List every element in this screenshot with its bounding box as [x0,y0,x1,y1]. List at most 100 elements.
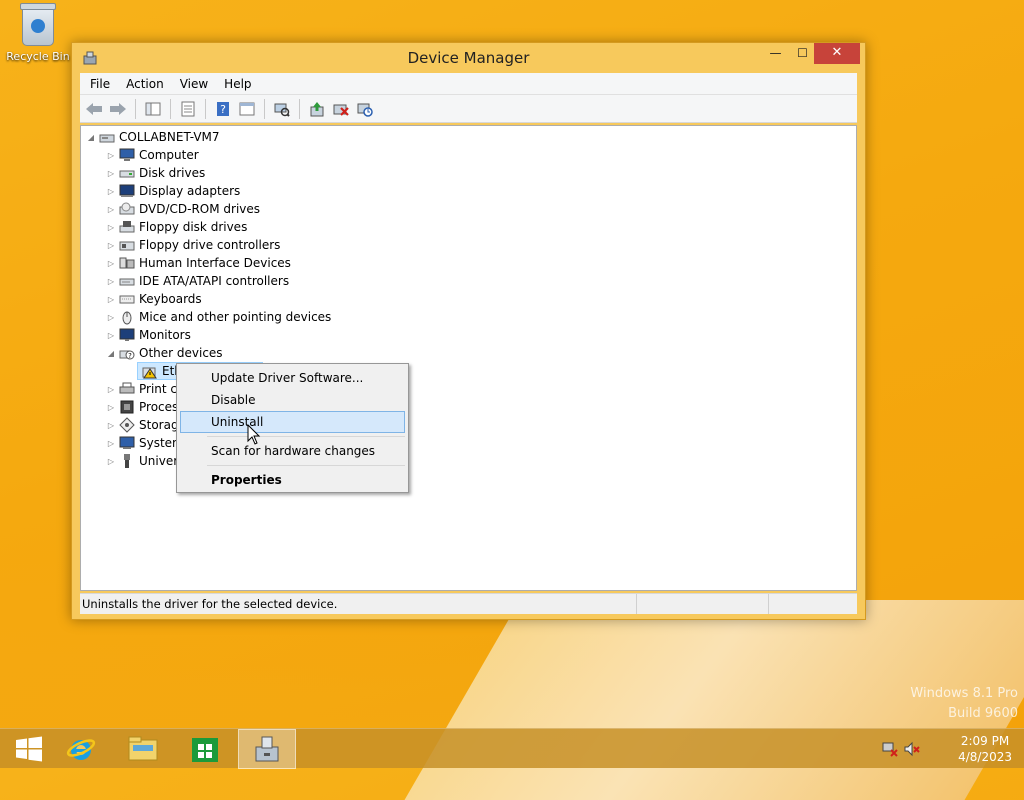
tree-node-other-devices[interactable]: ◢ ? Other devices [105,344,223,362]
back-icon[interactable] [84,99,104,119]
tree-node-print-queues[interactable]: ▷ Print c [105,380,177,398]
computer-icon [119,148,135,161]
expand-arrow-icon[interactable]: ▷ [105,421,117,430]
expand-arrow-icon[interactable]: ▷ [105,223,117,232]
forward-icon[interactable] [108,99,128,119]
tree-node-computer[interactable]: ▷ Computer [105,146,199,164]
watermark-build: Build 9600 [948,706,1018,721]
windows-watermark: Windows 8.1 Pro Build 9600 [910,684,1018,724]
display-adapter-icon [119,184,135,197]
floppy-drive-icon [119,221,135,233]
expand-arrow-icon[interactable]: ▷ [105,187,117,196]
storage-icon [119,417,135,433]
tree-node-ide-controllers[interactable]: ▷ IDE ATA/ATAPI controllers [105,272,289,290]
status-text: Uninstalls the driver for the selected d… [82,597,338,611]
expand-arrow-icon[interactable]: ▷ [105,313,117,322]
toolbar-separator [170,98,171,119]
hid-icon [119,257,135,269]
show-hide-console-tree-icon[interactable] [143,99,163,119]
tree-node-human-interface-devices[interactable]: ▷ Human Interface Devices [105,254,291,272]
disable-icon[interactable] [355,99,375,119]
menu-help[interactable]: Help [216,77,259,91]
tree-node-label: Mice and other pointing devices [139,310,332,324]
expand-arrow-icon[interactable]: ▷ [105,169,117,178]
collapse-arrow-icon[interactable]: ◢ [85,133,97,142]
action-pane-icon[interactable] [237,99,257,119]
mouse-cursor-icon [247,424,261,445]
expand-arrow-icon[interactable]: ▷ [105,439,117,448]
tree-node-system-devices[interactable]: ▷ System [105,434,184,452]
tree-node-label: Human Interface Devices [139,256,291,270]
maximize-button[interactable]: ☐ [789,43,816,64]
tree-node-processors[interactable]: ▷ Proces [105,398,178,416]
expand-arrow-icon[interactable]: ▷ [105,331,117,340]
start-icon [16,736,42,762]
processor-icon [120,400,134,414]
expand-arrow-icon[interactable]: ▷ [105,259,117,268]
device-tree[interactable]: ◢ COLLABNET-VM7 ▷ Computer ▷ Disk drives… [80,125,857,591]
menu-item-disable[interactable]: Disable [180,389,405,411]
recycle-bin-shortcut[interactable]: Recycle Bin [6,3,70,63]
store-button[interactable] [176,729,234,769]
device-manager-taskbar-button[interactable] [238,729,296,769]
help-icon[interactable]: ? [213,99,233,119]
monitor-icon [119,328,135,341]
network-error-icon[interactable] [882,741,898,757]
tree-node-floppy-disk-drives[interactable]: ▷ Floppy disk drives [105,218,247,236]
device-manager-window: Device Manager — ☐ ✕ File Action View He… [71,42,866,620]
menu-action[interactable]: Action [118,77,172,91]
tree-node-monitors[interactable]: ▷ Monitors [105,326,191,344]
clock-date: 4/8/2023 [958,750,1012,764]
computer-icon [99,134,115,143]
tree-root[interactable]: ◢ COLLABNET-VM7 [85,128,220,146]
expand-arrow-icon[interactable]: ▷ [105,295,117,304]
minimize-button[interactable]: — [762,43,789,64]
warning-device-icon [142,367,157,379]
tree-node-usb-controllers[interactable]: ▷ Univer [105,452,178,470]
disk-drive-icon [119,170,135,178]
tree-node-label: DVD/CD-ROM drives [139,202,261,216]
internet-explorer-button[interactable] [52,729,110,769]
taskbar: 2:09 PM 4/8/2023 [0,728,1024,769]
window-title: Device Manager [407,49,530,67]
tree-node-label: Floppy drive controllers [139,238,281,252]
system-tray: 2:09 PM 4/8/2023 [882,729,1024,769]
update-driver-icon[interactable] [307,99,327,119]
expand-arrow-icon[interactable]: ▷ [105,241,117,250]
expand-arrow-icon[interactable]: ▷ [105,205,117,214]
clock[interactable]: 2:09 PM 4/8/2023 [958,733,1012,765]
tree-node-label: Keyboards [139,292,202,306]
collapse-arrow-icon[interactable]: ◢ [105,349,117,358]
tree-node-mice[interactable]: ▷ Mice and other pointing devices [105,308,331,326]
tree-node-dvd-drives[interactable]: ▷ DVD/CD-ROM drives [105,200,260,218]
menu-item-update-driver[interactable]: Update Driver Software... [180,367,405,389]
file-explorer-button[interactable] [114,729,172,769]
tree-node-keyboards[interactable]: ▷ Keyboards [105,290,202,308]
file-explorer-icon [128,736,158,761]
menu-file[interactable]: File [82,77,118,91]
close-button[interactable]: ✕ [814,43,860,64]
uninstall-icon[interactable] [331,99,351,119]
start-button[interactable] [0,729,58,769]
tree-node-storage-controllers[interactable]: ▷ Storag [105,416,179,434]
title-bar[interactable]: Device Manager — ☐ ✕ [72,43,865,73]
expand-arrow-icon[interactable]: ▷ [105,385,117,394]
menu-item-scan-hardware[interactable]: Scan for hardware changes [180,440,405,462]
volume-muted-icon[interactable] [904,741,920,757]
toolbar-separator [264,98,265,119]
toolbar-separator [135,98,136,119]
properties-icon[interactable] [178,99,198,119]
tree-node-label: Disk drives [139,166,206,180]
expand-arrow-icon[interactable]: ▷ [105,457,117,466]
internet-explorer-icon [66,739,96,760]
expand-arrow-icon[interactable]: ▷ [105,277,117,286]
menu-item-properties[interactable]: Properties [180,469,405,491]
menu-item-uninstall[interactable]: Uninstall [180,411,405,433]
scan-hardware-icon[interactable] [272,99,292,119]
tree-node-display-adapters[interactable]: ▷ Display adapters [105,182,240,200]
menu-view[interactable]: View [172,77,216,91]
expand-arrow-icon[interactable]: ▷ [105,151,117,160]
expand-arrow-icon[interactable]: ▷ [105,403,117,412]
tree-node-floppy-drive-controllers[interactable]: ▷ Floppy drive controllers [105,236,281,254]
tree-node-disk-drives[interactable]: ▷ Disk drives [105,164,205,182]
